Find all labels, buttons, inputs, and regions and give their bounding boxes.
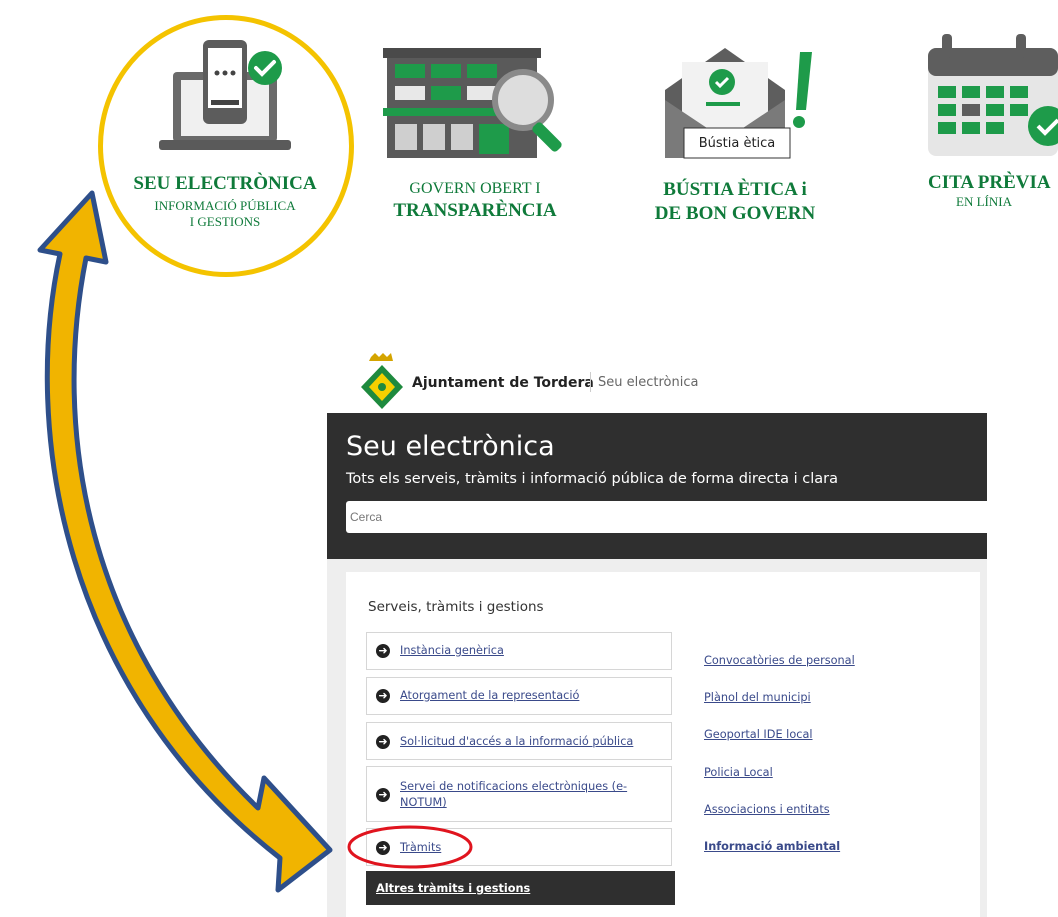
tile-govern-obert[interactable]: GOVERN OBERT I TRANSPARÈNCIA bbox=[375, 40, 575, 222]
tile-govern-line2: TRANSPARÈNCIA bbox=[393, 200, 557, 221]
hero-subtitle: Tots els serveis, tràmits i informació p… bbox=[346, 471, 839, 487]
brand-separator bbox=[590, 372, 591, 392]
link-associacions[interactable]: Associacions i entitats bbox=[704, 803, 830, 816]
service-item-instancia-generica[interactable]: ➜ Instància genèrica bbox=[366, 632, 672, 670]
seu-electronica-portal: Ajuntament de Tordera Seu electrònica Se… bbox=[327, 345, 987, 917]
bustia-tooltip: Bústia ètica bbox=[698, 136, 776, 151]
link-planol[interactable]: Plànol del municipi bbox=[704, 691, 811, 704]
tile-govern-line1: GOVERN OBERT I bbox=[409, 180, 541, 197]
arrow-right-circle-icon: ➜ bbox=[376, 735, 390, 749]
tile-seu-sub1: INFORMACIÓ PÚBLICA bbox=[154, 198, 296, 213]
brand-name[interactable]: Ajuntament de Tordera bbox=[412, 375, 594, 391]
calendar-check-icon bbox=[928, 34, 1058, 156]
laptop-check-icon bbox=[159, 40, 291, 150]
tile-bustia-line1: BÚSTIA ÈTICA i bbox=[663, 179, 807, 200]
service-link-line2[interactable]: NOTUM) bbox=[400, 795, 447, 811]
tile-cita-previa[interactable]: CITA PRÈVIA EN LÍNIA bbox=[918, 30, 1058, 210]
service-link[interactable]: Sol·licitud d'accés a la informació públ… bbox=[400, 734, 633, 750]
hero-banner: Seu electrònica Tots els serveis, tràmit… bbox=[327, 413, 987, 559]
section-title: Serveis, tràmits i gestions bbox=[368, 599, 544, 615]
brand-bar: Ajuntament de Tordera Seu electrònica bbox=[327, 345, 987, 413]
service-item-notificacions[interactable]: ➜ Servei de notificacions electròniques … bbox=[366, 766, 672, 822]
tile-bustia-etica[interactable]: Bústia ètica BÚSTIA ÈTICA i DE BON GOVER… bbox=[640, 40, 830, 225]
tile-seu-sub2: I GESTIONS bbox=[189, 214, 261, 229]
tordera-coat-of-arms-icon bbox=[361, 353, 403, 409]
service-link[interactable]: Tràmits bbox=[400, 840, 441, 856]
curved-arrow-annotation bbox=[37, 190, 333, 893]
services-card: Serveis, tràmits i gestions ➜ Instància … bbox=[346, 572, 980, 917]
arrow-right-circle-icon: ➜ bbox=[376, 841, 390, 855]
other-procedures-button[interactable]: Altres tràmits i gestions bbox=[366, 871, 675, 905]
service-item-tramits[interactable]: ➜ Tràmits bbox=[366, 828, 672, 866]
brand-subtitle[interactable]: Seu electrònica bbox=[598, 375, 698, 390]
tile-seu-title: SEU ELECTRÒNICA bbox=[133, 173, 317, 194]
link-policia[interactable]: Policia Local bbox=[704, 766, 773, 779]
hero-title: Seu electrònica bbox=[346, 431, 555, 462]
tile-cita-line1: CITA PRÈVIA bbox=[928, 172, 1051, 193]
link-convocatories[interactable]: Convocatòries de personal bbox=[704, 654, 855, 667]
other-procedures-link[interactable]: Altres tràmits i gestions bbox=[376, 882, 530, 895]
tile-bustia-line2: DE BON GOVERN bbox=[654, 203, 816, 224]
link-geoportal[interactable]: Geoportal IDE local bbox=[704, 728, 813, 741]
service-link-line1[interactable]: Servei de notificacions electròniques (e… bbox=[400, 779, 627, 795]
tile-cita-line2: EN LÍNIA bbox=[956, 194, 1012, 209]
arrow-right-circle-icon: ➜ bbox=[376, 644, 390, 658]
service-link[interactable]: Atorgament de la representació bbox=[400, 688, 579, 704]
building-magnifier-icon bbox=[383, 48, 562, 158]
service-item-acces-informacio[interactable]: ➜ Sol·licitud d'accés a la informació pú… bbox=[366, 722, 672, 760]
arrow-right-circle-icon: ➜ bbox=[376, 788, 390, 802]
arrow-right-circle-icon: ➜ bbox=[376, 689, 390, 703]
service-link[interactable]: Instància genèrica bbox=[400, 643, 504, 659]
link-informacio-ambiental[interactable]: Informació ambiental bbox=[704, 840, 840, 853]
tile-seu-electronica[interactable]: SEU ELECTRÒNICA INFORMACIÓ PÚBLICA I GES… bbox=[110, 20, 340, 230]
service-item-atorgament[interactable]: ➜ Atorgament de la representació bbox=[366, 677, 672, 715]
search-input[interactable] bbox=[346, 501, 987, 533]
